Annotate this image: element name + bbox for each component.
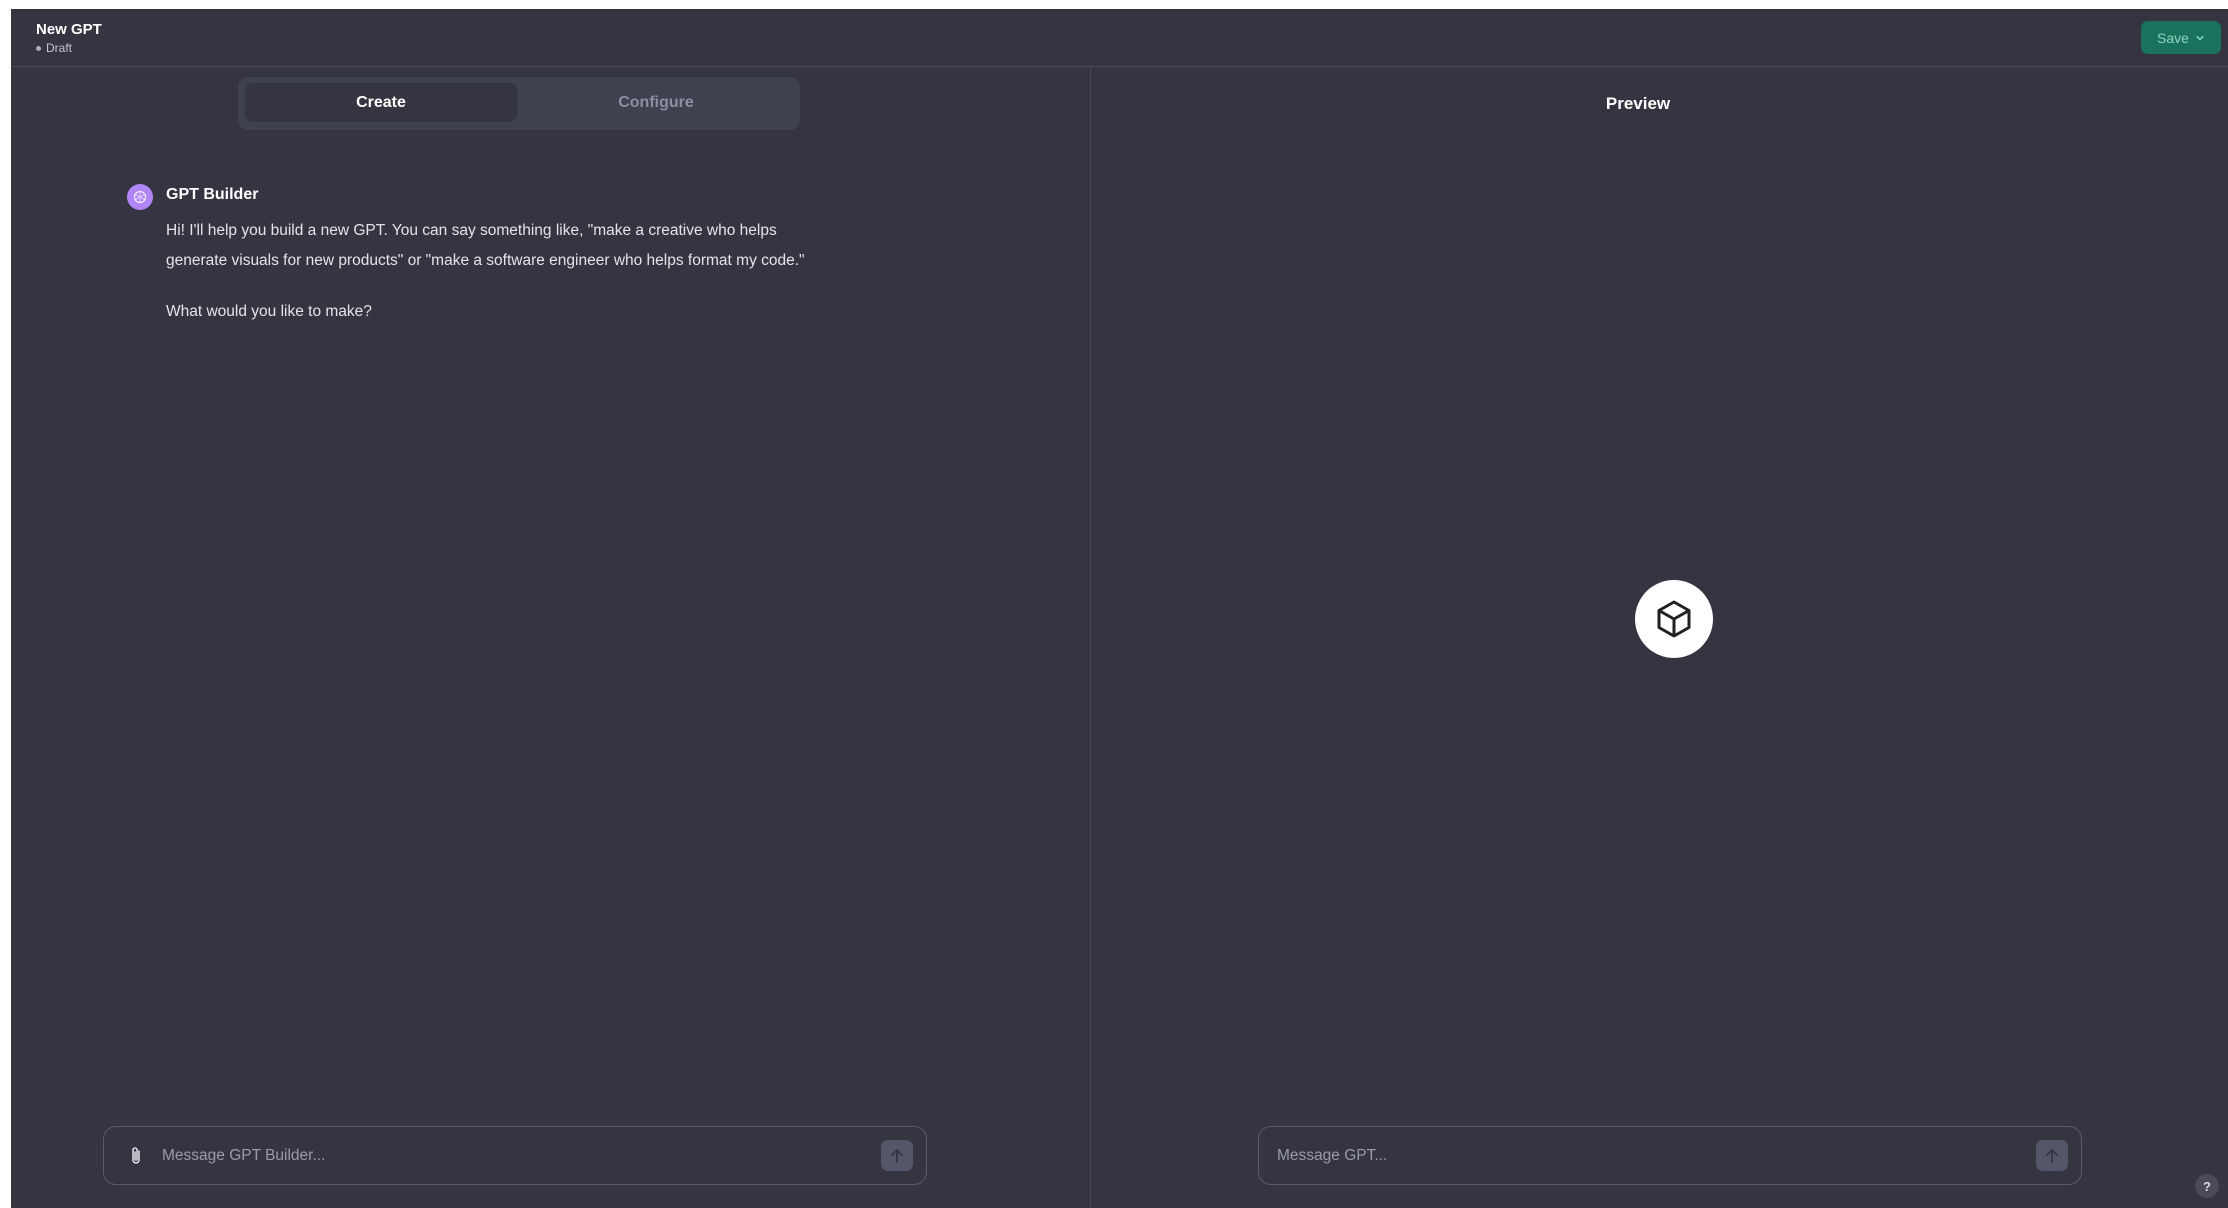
builder-composer — [103, 1126, 927, 1185]
message-sender: GPT Builder — [166, 186, 259, 203]
builder-panel: Create Configure GPT Builder Hi! I'll he… — [11, 67, 1091, 1208]
draft-status: Draft — [36, 41, 72, 55]
mode-tabs: Create Configure — [238, 77, 800, 130]
preview-message-input[interactable] — [1277, 1127, 1997, 1184]
tab-create[interactable]: Create — [245, 83, 517, 122]
builder-send-button[interactable] — [881, 1140, 913, 1171]
save-label: Save — [2157, 29, 2189, 46]
paperclip-icon[interactable] — [126, 1145, 146, 1167]
gpt-title: New GPT — [36, 21, 102, 38]
message-paragraph: Hi! I'll help you build a new GPT. You c… — [166, 222, 805, 269]
gpt-editor-window: New GPT Draft Save Create Configure GPT — [11, 9, 2228, 1208]
chevron-down-icon — [2196, 35, 2204, 40]
preview-title: Preview — [1605, 94, 1671, 113]
header-bar: New GPT Draft Save — [11, 9, 2228, 67]
arrow-up-icon — [891, 1148, 903, 1163]
tab-configure[interactable]: Configure — [520, 83, 792, 122]
help-button[interactable]: ? — [2195, 1174, 2219, 1198]
save-button[interactable]: Save — [2141, 21, 2221, 54]
status-label: Draft — [46, 41, 73, 55]
gpt-builder-avatar-icon — [127, 184, 153, 210]
arrow-up-icon — [2046, 1148, 2058, 1163]
cube-icon — [1635, 580, 1713, 658]
preview-composer — [1258, 1126, 2082, 1185]
openai-logo-icon — [133, 190, 147, 204]
message-body: Hi! I'll help you build a new GPT. You c… — [166, 216, 806, 348]
preview-send-button[interactable] — [2036, 1140, 2068, 1171]
preview-panel: Preview — [1092, 67, 2228, 1208]
builder-message-input[interactable] — [162, 1127, 842, 1184]
cube-glyph — [1657, 600, 1691, 638]
message-paragraph: What would you like to make? — [166, 303, 372, 320]
status-dot-icon — [36, 45, 41, 51]
